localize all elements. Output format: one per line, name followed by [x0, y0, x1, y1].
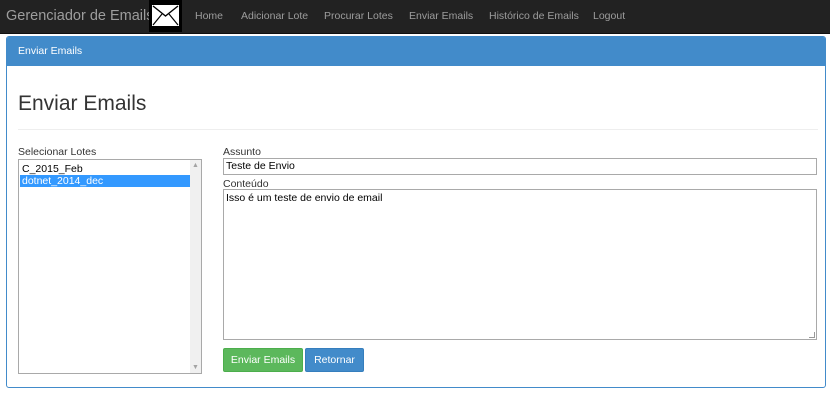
app-brand[interactable]: Gerenciador de Emails [6, 0, 154, 32]
conteudo-textarea[interactable]: Isso é um teste de envio de email [223, 189, 817, 340]
page-title: Enviar Emails [18, 92, 147, 115]
top-navbar: Gerenciador de Emails Home Adicionar Lot… [0, 0, 830, 34]
lotes-listbox[interactable]: C_2015_Feb dotnet_2014_dec ▲ ▼ [18, 159, 202, 374]
send-emails-button[interactable]: Enviar Emails [223, 348, 303, 372]
panel-heading: Enviar Emails [7, 37, 825, 66]
send-emails-panel: Enviar Emails Enviar Emails Selecionar L… [6, 36, 826, 388]
envelope-icon [149, 0, 182, 32]
scroll-up-icon[interactable]: ▲ [192, 162, 199, 169]
scroll-down-icon[interactable]: ▼ [192, 364, 199, 371]
nav-logout[interactable]: Logout [593, 0, 625, 32]
resize-grip-icon[interactable] [809, 332, 815, 338]
nav-home[interactable]: Home [195, 0, 223, 32]
lote-option[interactable]: C_2015_Feb [20, 163, 191, 175]
lotes-label: Selecionar Lotes [18, 146, 97, 158]
assunto-label: Assunto [223, 146, 261, 158]
nav-historico-emails[interactable]: Histórico de Emails [489, 0, 579, 32]
lote-option-selected[interactable]: dotnet_2014_dec [20, 175, 191, 187]
listbox-scrollbar[interactable]: ▲ ▼ [190, 160, 201, 373]
nav-adicionar-lote[interactable]: Adicionar Lote [241, 0, 308, 32]
divider [18, 129, 818, 130]
nav-procurar-lotes[interactable]: Procurar Lotes [324, 0, 393, 32]
assunto-input[interactable]: Teste de Envio [223, 158, 817, 175]
nav-enviar-emails[interactable]: Enviar Emails [409, 0, 473, 32]
conteudo-text: Isso é um teste de envio de email [226, 192, 383, 204]
back-button[interactable]: Retornar [305, 348, 364, 372]
